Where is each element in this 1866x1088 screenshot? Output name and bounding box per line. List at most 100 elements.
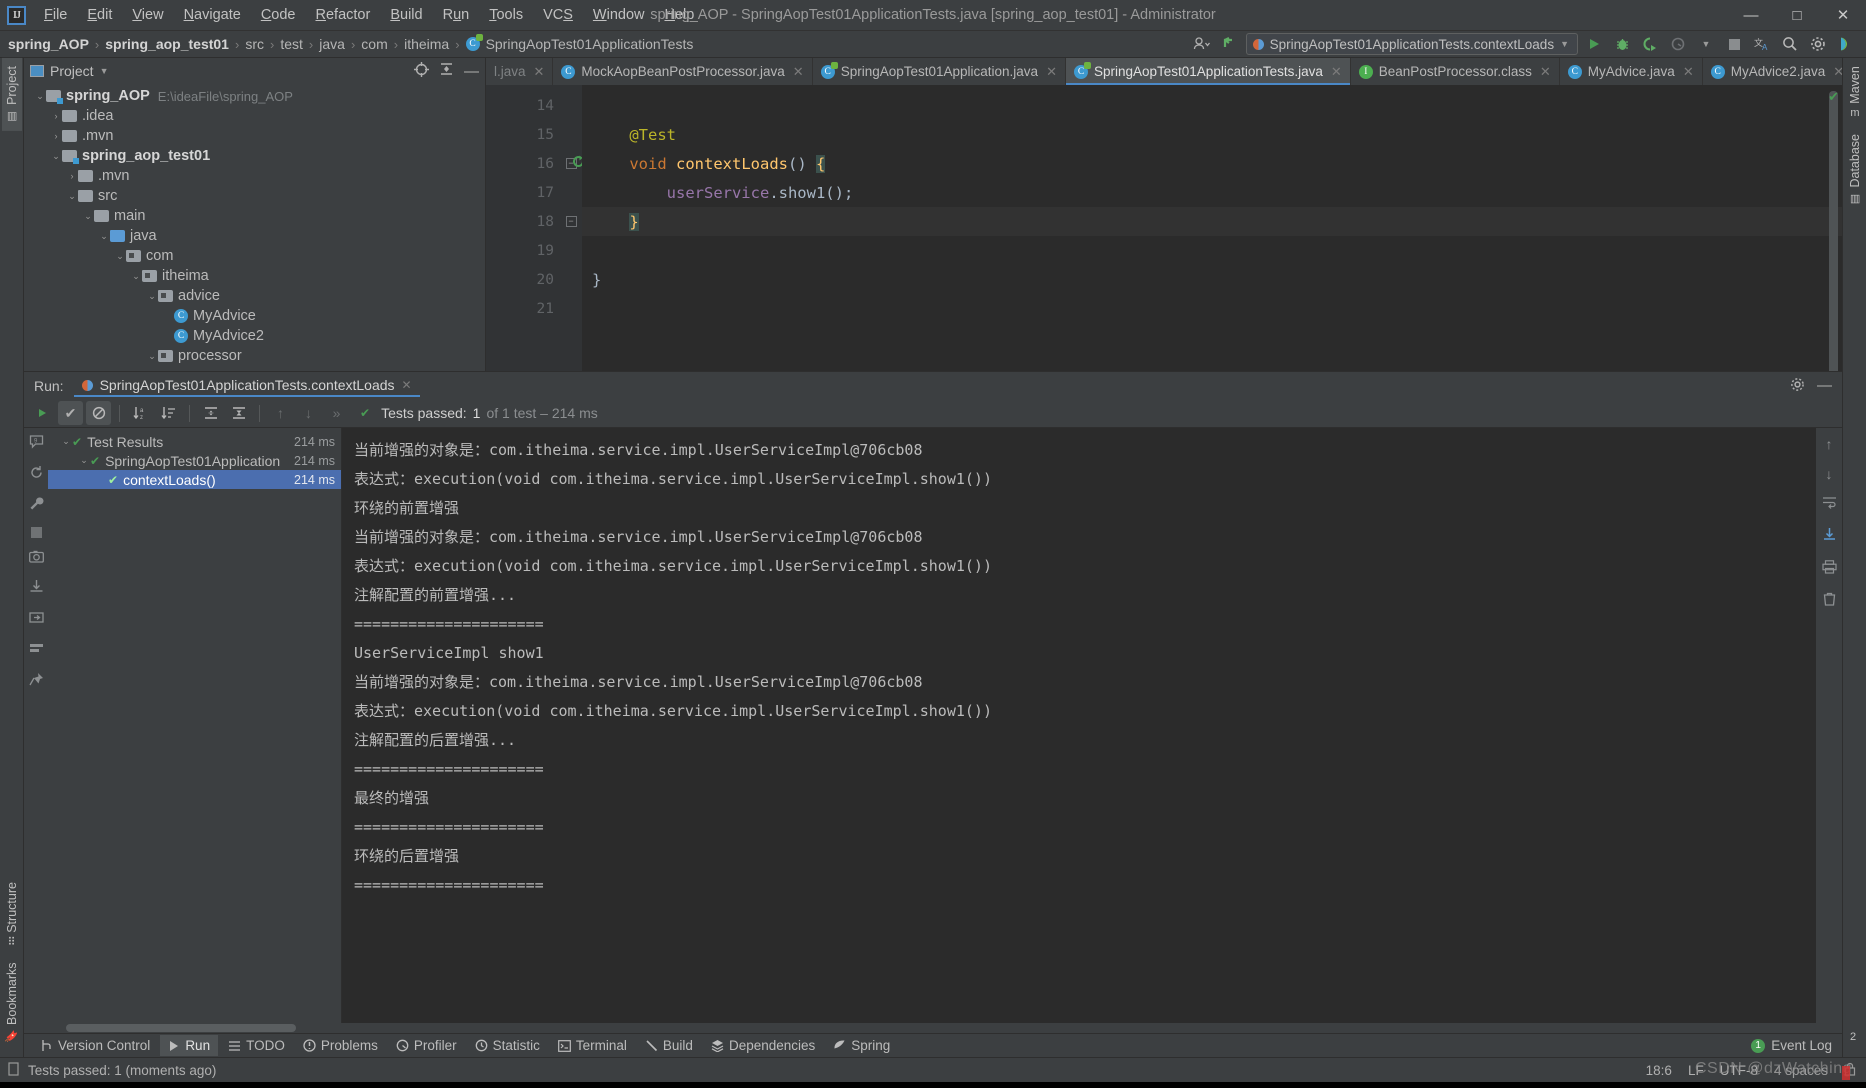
tool-window-maven[interactable]: m Maven [1845, 58, 1865, 126]
editor-tab[interactable]: C MyAdvice.java ✕ [1560, 58, 1703, 85]
bottom-tool-spring[interactable]: Spring [825, 1035, 898, 1056]
settings-gear-icon[interactable] [1806, 33, 1830, 55]
breadcrumb-7[interactable]: C SpringAopTest01ApplicationTests [465, 34, 693, 52]
inspection-stripe[interactable]: ✔ [1828, 85, 1842, 371]
scroll-down-icon[interactable]: ↓ [1826, 466, 1833, 482]
ide-assistant-icon[interactable] [1834, 33, 1858, 55]
code-folding-column[interactable]: − − [560, 85, 582, 371]
clear-all-icon[interactable] [1822, 592, 1837, 611]
export-tests-icon[interactable] [28, 610, 44, 629]
project-tree-node[interactable]: ⌄ java [24, 226, 485, 246]
vcs-update-icon[interactable] [1218, 33, 1242, 55]
scrollbar-thumb[interactable] [66, 1024, 296, 1032]
caret-position[interactable]: 18:6 [1646, 1063, 1672, 1078]
project-tree-node[interactable]: ⌄ main [24, 206, 485, 226]
soft-wrap-icon[interactable] [1822, 496, 1837, 513]
code-line[interactable]: void contextLoads() { [582, 149, 1842, 178]
project-tree-node[interactable]: ⌄ itheima [24, 266, 485, 286]
close-tab-icon[interactable]: ✕ [1833, 64, 1842, 80]
chevron-down-icon[interactable]: ⌄ [146, 291, 158, 302]
rerun-button[interactable] [30, 401, 55, 425]
code-line[interactable]: userService .show1(); [582, 178, 1842, 207]
tool-window-structure[interactable]: ⠿ Structure [2, 874, 22, 954]
close-tab-icon[interactable]: ✕ [1331, 64, 1342, 80]
project-tree-node[interactable]: ⌄ spring_AOP E:\ideaFile\spring_AOP [24, 86, 485, 106]
chevron-right-icon[interactable]: › [50, 111, 62, 121]
menu-item-code[interactable]: Code [251, 4, 306, 26]
scroll-up-icon[interactable]: ↑ [1826, 436, 1833, 452]
console-output[interactable]: 当前增强的对象是：com.itheima.service.impl.UserSe… [342, 428, 1816, 1023]
event-log-button[interactable]: Event Log [1771, 1038, 1832, 1053]
profile-button[interactable] [1666, 33, 1690, 55]
next-failed-test-button[interactable]: ↓ [296, 401, 321, 425]
hide-panel-icon[interactable]: — [464, 63, 479, 80]
close-tab-icon[interactable]: ✕ [1540, 64, 1551, 80]
project-tree-node[interactable]: C MyAdvice [24, 306, 485, 326]
code-line[interactable] [582, 91, 1842, 120]
bottom-tool-statistic[interactable]: Statistic [467, 1035, 548, 1056]
tool-window-notifications[interactable]: 2 [1844, 1026, 1862, 1048]
chevron-down-icon[interactable]: ⌄ [34, 91, 46, 102]
tool-window-bookmarks[interactable]: 🔖 Bookmarks [2, 954, 22, 1051]
project-file-tree[interactable]: ⌄ spring_AOP E:\ideaFile\spring_AOP › .idea ›… [24, 84, 485, 371]
import-tests-icon[interactable] [29, 579, 44, 598]
chevron-down-icon[interactable]: ⌄ [66, 191, 78, 202]
translate-icon[interactable]: 文A [1750, 33, 1774, 55]
run-panel-horizontal-scrollbar[interactable] [24, 1023, 1842, 1033]
chevron-down-icon[interactable]: ⌄ [82, 211, 94, 222]
editor-tab[interactable]: I BeanPostProcessor.class ✕ [1351, 58, 1560, 85]
run-tab[interactable]: SpringAopTest01ApplicationTests.contextL… [74, 374, 420, 397]
tool-window-database[interactable]: ▤ Database [1845, 126, 1865, 214]
project-tree-node[interactable]: › .idea [24, 106, 485, 126]
chevron-down-icon[interactable]: ⌄ [114, 251, 126, 262]
code-line[interactable] [582, 294, 1842, 323]
user-account-icon[interactable] [1190, 33, 1214, 55]
collapse-all-icon[interactable] [439, 62, 454, 80]
run-configuration-selector[interactable]: SpringAopTest01ApplicationTests.contextL… [1245, 33, 1578, 55]
scroll-from-source-icon[interactable] [414, 62, 429, 80]
close-button[interactable]: ✕ [1820, 0, 1866, 30]
project-tree-node[interactable]: ⌄ spring_aop_test01 [24, 146, 485, 166]
breadcrumb-1[interactable]: spring_aop_test01 [105, 36, 229, 52]
settings-wrench-icon[interactable] [29, 496, 44, 515]
project-tree-node[interactable]: ⌄ processor [24, 346, 485, 366]
scroll-to-end-icon[interactable] [1822, 527, 1837, 546]
screenshot-icon[interactable] [28, 550, 44, 567]
close-tab-icon[interactable]: ✕ [534, 64, 545, 80]
menu-item-file[interactable]: File [34, 4, 77, 26]
sort-alphabetically-button[interactable]: az [128, 401, 153, 425]
menu-item-edit[interactable]: Edit [77, 4, 122, 26]
code-editor[interactable]: 14 15 16 17 18 19 20 21 − − @Test void contextLo… [486, 85, 1842, 371]
chevron-right-icon[interactable]: › [66, 171, 78, 181]
bottom-tool-version-control[interactable]: Version Control [32, 1035, 158, 1056]
minimize-button[interactable]: — [1728, 0, 1774, 30]
bottom-tool-build[interactable]: Build [637, 1035, 701, 1056]
code-line[interactable]: @Test [582, 120, 1842, 149]
test-history-icon[interactable] [29, 641, 44, 660]
menu-item-view[interactable]: View [122, 4, 173, 26]
breadcrumb-5[interactable]: com [361, 36, 387, 52]
chevron-down-icon[interactable]: ⌄ [60, 436, 72, 447]
close-tab-icon[interactable]: ✕ [793, 64, 804, 80]
test-results-tree[interactable]: ⌄ ✔ Test Results 214 ms ⌄ ✔ SpringAopTest01App… [48, 428, 342, 1023]
chevron-right-icon[interactable]: › [50, 131, 62, 141]
hide-panel-icon[interactable]: — [1817, 377, 1832, 394]
tool-window-project[interactable]: ▤ Project [1, 58, 22, 131]
show-ignored-toggle[interactable] [86, 401, 111, 425]
chevron-down-icon[interactable]: ⌄ [130, 271, 142, 282]
fold-marker-slot[interactable]: − [560, 207, 582, 236]
chevron-down-icon[interactable]: ⌄ [78, 455, 90, 466]
search-icon[interactable] [1778, 33, 1802, 55]
close-icon[interactable]: ✕ [402, 378, 412, 392]
bottom-tool-terminal[interactable]: Terminal [550, 1035, 635, 1056]
project-tree-node[interactable]: › .mvn [24, 166, 485, 186]
project-tree-node[interactable]: ⌄ src [24, 186, 485, 206]
expand-all-button[interactable] [198, 401, 223, 425]
menu-item-help[interactable]: Help [654, 4, 704, 26]
prev-failed-test-button[interactable]: ↑ [268, 401, 293, 425]
editor-tab[interactable]: C MockAopBeanPostProcessor.java ✕ [553, 58, 813, 85]
editor-tab[interactable]: C SpringAopTest01ApplicationTests.java ✕ [1065, 58, 1351, 85]
debug-button[interactable] [1610, 33, 1634, 55]
close-tab-icon[interactable]: ✕ [1683, 64, 1694, 80]
more-run-options-icon[interactable]: ▼ [1694, 33, 1718, 55]
